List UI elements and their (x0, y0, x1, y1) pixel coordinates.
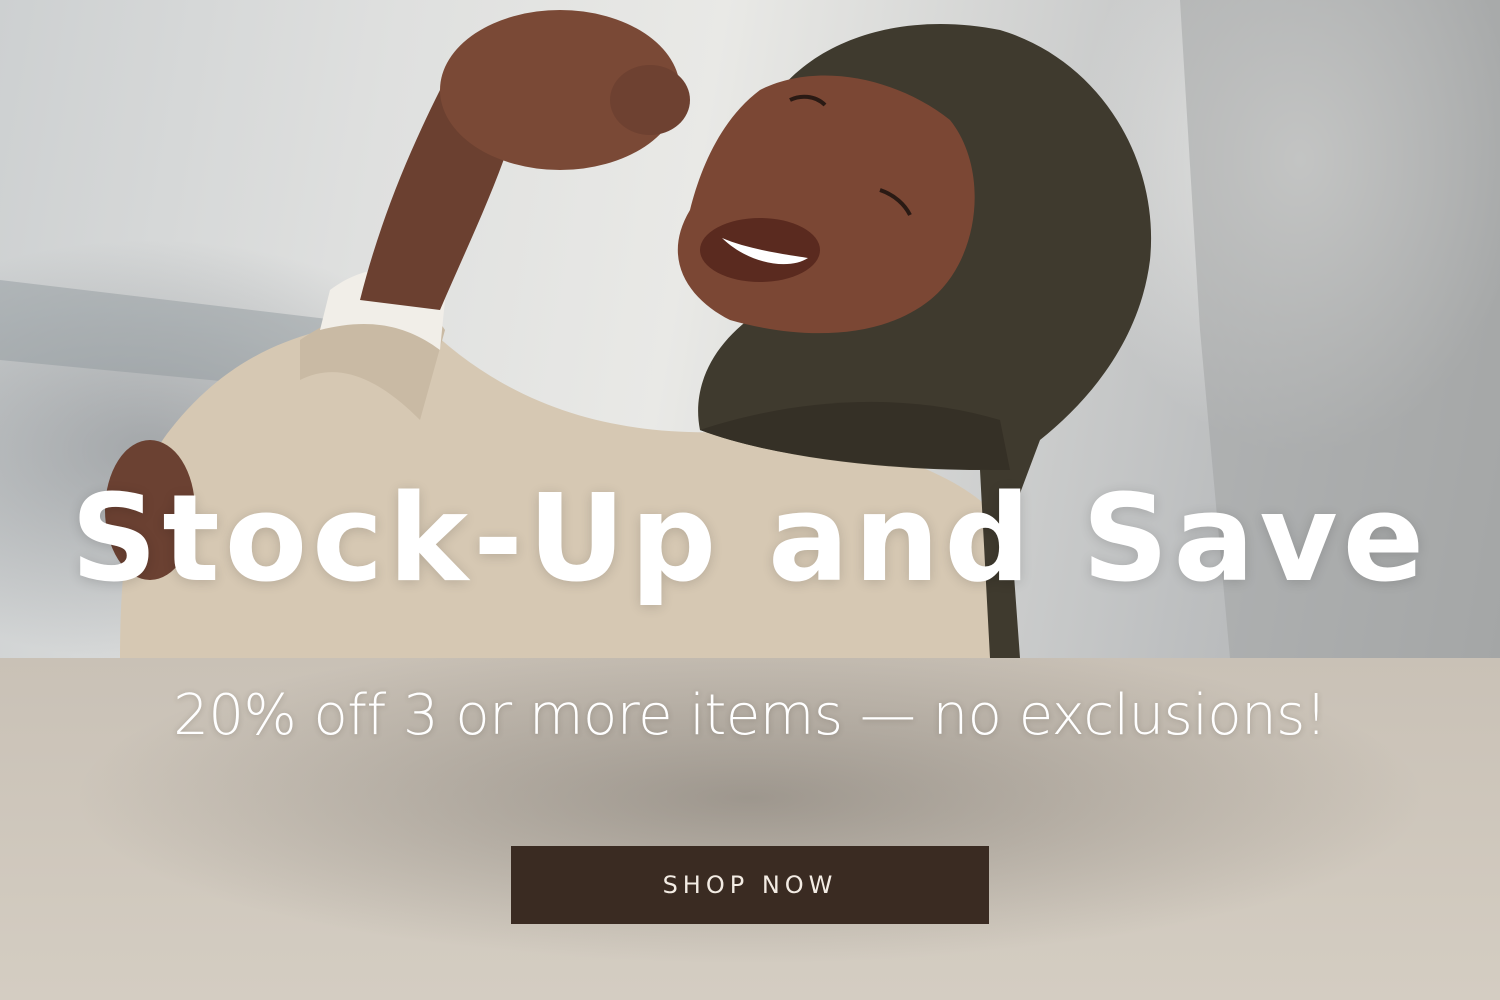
subheadline: 20% off 3 or more items — no exclusions! (173, 683, 1327, 748)
headline: Stock-Up and Save (70, 470, 1430, 609)
shop-now-button[interactable]: SHOP NOW (511, 846, 989, 924)
face (677, 75, 975, 334)
